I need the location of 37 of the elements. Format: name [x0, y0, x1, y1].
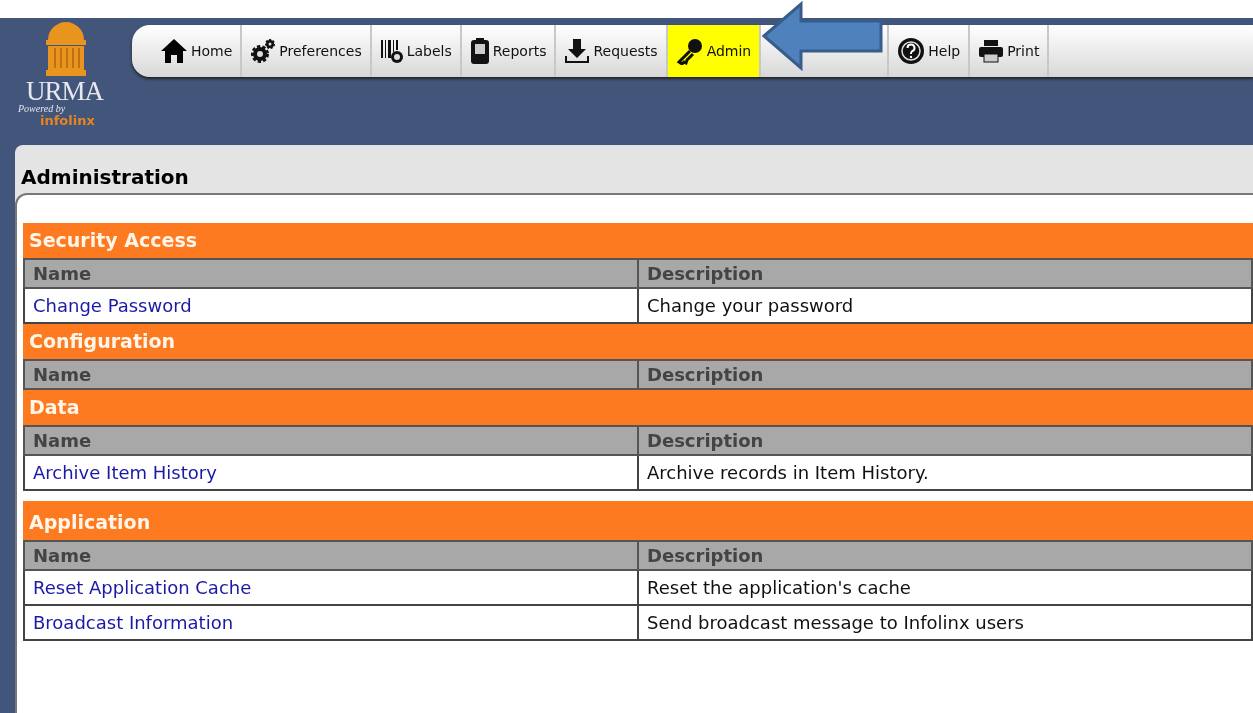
- gears-icon: [250, 38, 277, 64]
- home-icon: [160, 38, 188, 64]
- column-header: Description: [638, 426, 1252, 455]
- logo-title: URMA: [26, 78, 103, 104]
- section-header: Data: [23, 390, 1253, 425]
- column-header: Description: [638, 259, 1252, 288]
- column-header: Name: [24, 426, 638, 455]
- toolbar-button[interactable]: Reports: [461, 25, 557, 77]
- table-link[interactable]: Broadcast Information: [33, 612, 234, 633]
- toolbar-button[interactable]: Print: [970, 25, 1050, 77]
- barcode-icon: [379, 38, 404, 64]
- page-title: Administration: [21, 165, 190, 189]
- table-cell: Change your password: [638, 288, 1252, 323]
- column-header: Name: [24, 541, 638, 570]
- toolbar-button[interactable]: Help: [889, 25, 971, 77]
- toolbar-button[interactable]: Home: [152, 25, 243, 77]
- key-icon: [675, 37, 704, 65]
- column-header: Name: [24, 259, 638, 288]
- column-header: Description: [638, 360, 1252, 389]
- table-link[interactable]: Change Password: [33, 295, 192, 316]
- toolbar-button[interactable]: Labels: [371, 25, 462, 77]
- table-cell: Reset the application's cache: [638, 570, 1252, 605]
- table-cell: Send broadcast message to Infolinx users: [638, 605, 1252, 640]
- download-icon: [564, 38, 591, 64]
- toolbar-button[interactable]: Preferences: [242, 25, 372, 77]
- help-icon: [897, 37, 926, 65]
- brand-name: infolinx: [40, 114, 95, 127]
- toolbar-button[interactable]: Admin: [667, 25, 762, 77]
- column-header: Description: [638, 541, 1252, 570]
- section-header: Configuration: [23, 324, 1253, 359]
- table-cell: Archive records in Item History.: [638, 455, 1252, 490]
- clipboard-icon: [469, 37, 490, 65]
- table-link[interactable]: Archive Item History: [33, 462, 217, 483]
- logo-tagline: Powered by: [18, 104, 66, 114]
- printer-icon: [978, 38, 1005, 64]
- column-header: Name: [24, 360, 638, 389]
- section-header: Security Access: [23, 223, 1253, 258]
